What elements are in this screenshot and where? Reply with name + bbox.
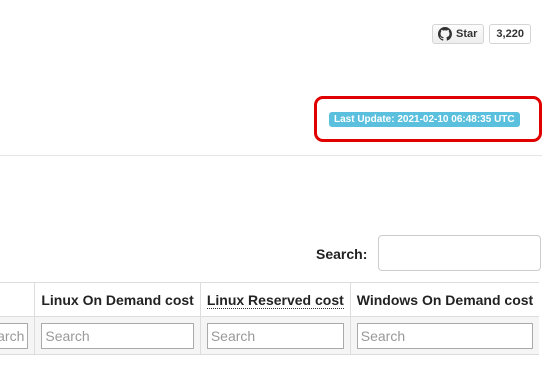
search-label: Search: <box>316 246 368 262</box>
github-icon <box>438 27 452 41</box>
github-star-count[interactable]: 3,220 <box>489 24 531 44</box>
table-header-row: ice Linux On Demand cost Linux Reserved … <box>0 282 540 317</box>
divider <box>0 155 542 156</box>
github-star-label: Star <box>456 28 478 40</box>
pricing-table-container: ice Linux On Demand cost Linux Reserved … <box>0 282 560 365</box>
filter-input-linux-on-demand-cost[interactable]: Search <box>41 322 194 349</box>
github-star-button[interactable]: Star <box>432 24 485 44</box>
filter-input-windows-on-demand-cost[interactable]: Search <box>356 322 534 349</box>
filter-cell: Search <box>349 316 540 355</box>
search-input[interactable] <box>378 235 541 271</box>
column-header-linux-on-demand-cost[interactable]: Linux On Demand cost <box>34 282 201 317</box>
column-header-linux-reserved-cost[interactable]: Linux Reserved cost <box>199 282 351 317</box>
filter-cell: Search <box>0 316 35 355</box>
column-header-price[interactable]: ice <box>0 282 35 317</box>
last-update-badge: Last Update: 2021-02-10 06:48:35 UTC <box>329 112 520 127</box>
filter-cell: Search <box>34 316 201 355</box>
last-update-highlight: Last Update: 2021-02-10 06:48:35 UTC <box>314 96 542 142</box>
table-filter-row: Search Search Search Search <box>0 316 540 355</box>
column-header-windows-on-demand-cost[interactable]: Windows On Demand cost <box>349 282 540 317</box>
github-star-widget: Star 3,220 <box>432 24 531 44</box>
filter-input-linux-reserved-cost[interactable]: Search <box>206 322 344 349</box>
filter-cell: Search <box>199 316 351 355</box>
filter-input-price[interactable]: Search <box>0 322 29 349</box>
pricing-table: ice Linux On Demand cost Linux Reserved … <box>0 282 540 355</box>
